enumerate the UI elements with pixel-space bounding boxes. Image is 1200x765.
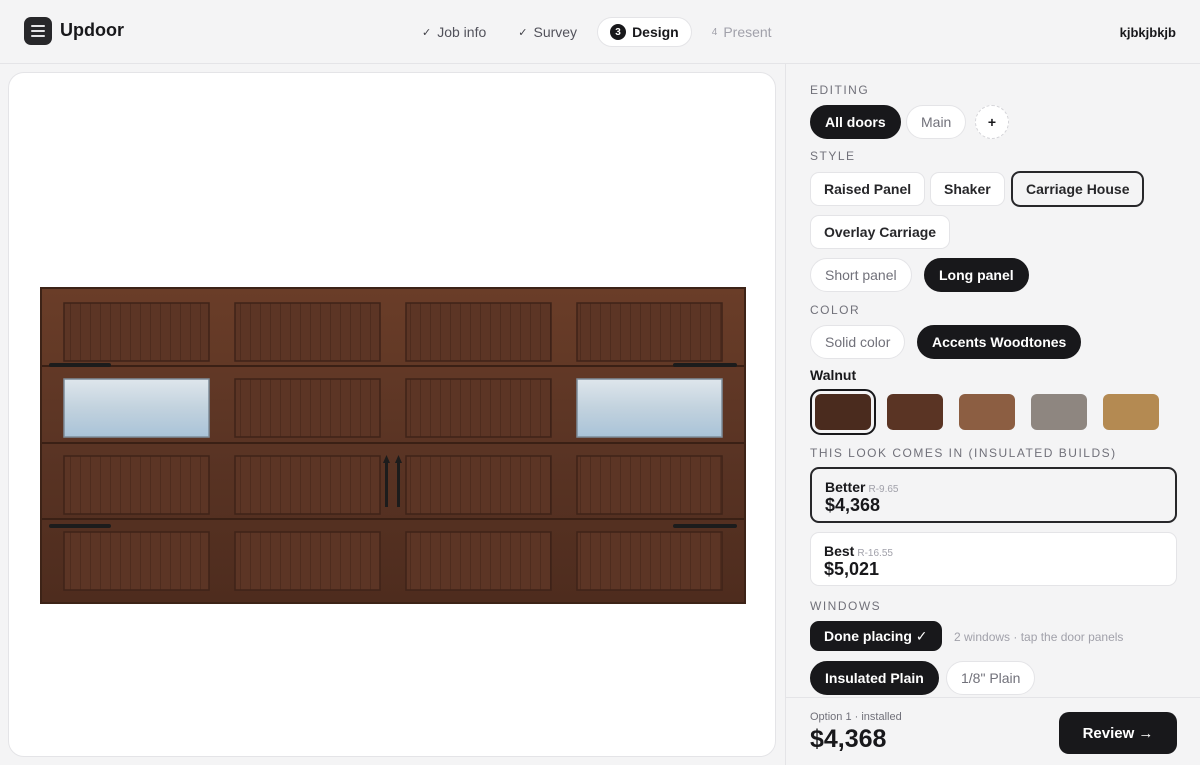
tier-name: Better — [825, 479, 866, 495]
editing-all-doors-button[interactable]: All doors — [810, 105, 901, 139]
check-icon: ✓ — [422, 26, 432, 39]
step-label: Design — [632, 24, 679, 40]
editing-main-button[interactable]: Main — [906, 105, 967, 139]
accents-woodtones-button[interactable]: Accents Woodtones — [917, 325, 1082, 359]
glass-eighth-plain-button[interactable]: 1/8" Plain — [946, 661, 1036, 695]
build-price: $5,021 — [824, 559, 880, 579]
wizard-steps: ✓ Job info ✓ Survey 3 Design 4 Present — [410, 17, 784, 47]
check-icon: ✓ — [518, 26, 528, 39]
door-wood-panel[interactable] — [576, 302, 723, 362]
door-wood-panel[interactable] — [405, 455, 552, 515]
step-present[interactable]: 4 Present — [700, 17, 784, 47]
config-panel: EDITING All doors Main + STYLE Raised Pa… — [785, 64, 1200, 765]
step-label: Job info — [437, 24, 487, 40]
user-name[interactable]: kjbkjbkjb — [1120, 25, 1176, 40]
done-placing-button[interactable]: Done placing ✓ — [810, 621, 942, 651]
garage-door-svg[interactable] — [40, 287, 746, 604]
price-footer: Option 1 · installed $4,368 Review → — [785, 697, 1200, 765]
door-wood-panel[interactable] — [405, 531, 552, 591]
glass-insulated-plain-button[interactable]: Insulated Plain — [810, 661, 939, 695]
style-raised-panel[interactable]: Raised Panel — [810, 172, 926, 206]
garage-door-preview[interactable] — [40, 287, 746, 604]
add-door-button[interactable]: + — [975, 105, 1009, 139]
step-job-info[interactable]: ✓ Job info — [410, 17, 498, 47]
door-wood-panel[interactable] — [576, 531, 723, 591]
swatch-walnut[interactable] — [810, 389, 876, 435]
swatch-5[interactable] — [1103, 394, 1159, 430]
tier-name: Best — [824, 543, 855, 559]
door-wood-panel[interactable] — [234, 302, 381, 362]
style-shaker[interactable]: Shaker — [930, 172, 1005, 206]
step-survey[interactable]: ✓ Survey — [506, 17, 589, 47]
door-canvas — [8, 72, 776, 757]
step-label: Present — [723, 24, 772, 40]
short-panel-button[interactable]: Short panel — [810, 258, 912, 292]
step-number: 3 — [610, 24, 627, 40]
windows-hint: 2 windows · tap the door panels — [954, 630, 1124, 644]
review-button[interactable]: Review → — [1059, 712, 1177, 754]
swatch-2[interactable] — [887, 394, 943, 430]
style-label: STYLE — [810, 149, 856, 163]
r-value: R-9.65 — [868, 484, 899, 495]
step-number: 4 — [711, 26, 718, 38]
app-logo-icon — [24, 17, 52, 45]
door-wood-panel[interactable] — [63, 531, 210, 591]
door-window-panel[interactable] — [63, 378, 210, 438]
door-wood-panel[interactable] — [234, 455, 381, 515]
brand-name: Updoor — [60, 20, 124, 40]
editing-label: EDITING — [810, 83, 870, 97]
door-wood-panel[interactable] — [63, 455, 210, 515]
style-carriage-house[interactable]: Carriage House — [1011, 171, 1145, 207]
top-header: Updoor ✓ Job info ✓ Survey 3 Design 4 Pr… — [0, 0, 1200, 64]
build-option-better[interactable]: Better R-9.65 $4,368 — [810, 467, 1177, 523]
step-label: Survey — [533, 24, 578, 40]
r-value: R-16.55 — [857, 548, 893, 559]
door-wood-panel[interactable] — [576, 455, 723, 515]
build-price: $4,368 — [825, 495, 881, 515]
color-label: COLOR — [810, 303, 861, 317]
solid-color-button[interactable]: Solid color — [810, 325, 906, 359]
build-option-best[interactable]: Best R-16.55 $5,021 — [810, 532, 1177, 586]
swatch-4[interactable] — [1031, 394, 1087, 430]
windows-label: WINDOWS — [810, 599, 882, 613]
style-overlay-carriage[interactable]: Overlay Carriage — [810, 215, 951, 249]
option-note: Option 1 · installed — [810, 711, 902, 723]
door-wood-panel[interactable] — [405, 302, 552, 362]
door-wood-panel[interactable] — [63, 302, 210, 362]
total-price: $4,368 — [810, 725, 887, 753]
door-wood-panel[interactable] — [234, 531, 381, 591]
door-window-panel[interactable] — [576, 378, 723, 438]
long-panel-button[interactable]: Long panel — [924, 258, 1029, 292]
door-wood-panel[interactable] — [234, 378, 381, 438]
step-design[interactable]: 3 Design — [597, 17, 692, 47]
swatch-3[interactable] — [959, 394, 1015, 430]
builds-label: THIS LOOK COMES IN (INSULATED BUILDS) — [810, 446, 1117, 460]
selected-color-name: Walnut — [810, 367, 857, 383]
door-wood-panel[interactable] — [405, 378, 552, 438]
